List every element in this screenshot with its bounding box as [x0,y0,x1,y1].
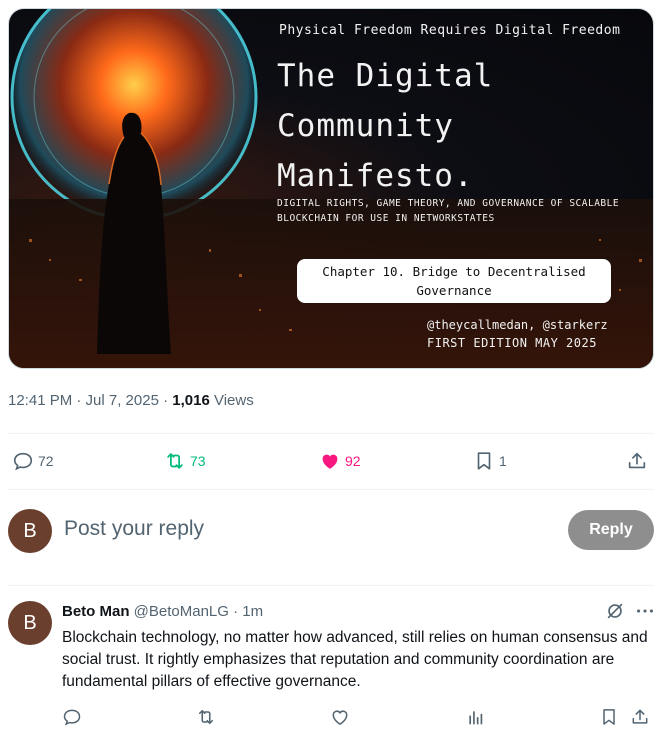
media-edition: FIRST EDITION MAY 2025 [427,336,597,350]
repost-action[interactable]: 73 [164,450,206,472]
views-label: Views [209,392,254,409]
reply-header: Beto Man @BetoManLG · 1m [62,603,263,620]
chapter-line-1: Chapter 10. Bridge to Decentralised [322,264,586,279]
media-subtitle-line-1: DIGITAL RIGHTS, GAME THEORY, AND GOVERNA… [277,198,620,209]
grok-icon[interactable] [604,600,626,622]
share-icon[interactable] [630,707,650,727]
repost-count: 73 [190,453,206,469]
chapter-line-2: Governance [416,283,492,298]
media-title-line-1: The Digital [277,58,494,94]
reply-action[interactable]: 72 [12,450,54,472]
divider [8,585,654,586]
heart-icon[interactable] [330,707,350,727]
reply-icon[interactable] [62,707,82,727]
media-subtitle-line-2: BLOCKCHAIN FOR USE IN NETWORKSTATES [277,213,495,224]
more-options-icon[interactable] [634,600,656,622]
reply-author-name[interactable]: Beto Man [62,603,130,620]
media-authors: @theycallmedan, @starkerz [427,318,608,332]
like-action[interactable]: 92 [319,450,361,472]
repost-icon[interactable] [196,707,216,727]
reply-text: Blockchain technology, no matter how adv… [62,629,648,690]
chapter-label: Chapter 10. Bridge to Decentralised Gove… [297,259,611,303]
reply-icon [13,452,33,471]
post-image[interactable]: Physical Freedom Requires Digital Freedo… [8,8,654,369]
repost-icon [167,453,183,469]
reply-count: 72 [38,453,54,469]
bookmark-icon[interactable] [599,707,619,727]
share-icon [628,452,646,469]
bookmark-count: 1 [499,453,507,469]
post-action-bar: 72 73 92 1 [8,444,654,478]
divider [8,433,654,434]
reply-author-avatar[interactable]: B [8,601,52,645]
divider [8,489,654,490]
views-count: 1,016 [172,392,210,409]
post-timestamp[interactable]: 12:41 PM · Jul 7, 2025 · [8,392,172,409]
bookmark-icon [477,452,491,470]
like-count: 92 [345,453,361,469]
bookmark-action[interactable]: 1 [473,450,507,472]
heart-filled-icon [322,454,338,469]
reply-button[interactable]: Reply [568,510,654,550]
media-title-line-3: Manifesto. [277,158,474,194]
reply-action-bar [62,707,654,731]
analytics-icon[interactable] [466,707,486,727]
reply-author-handle[interactable]: @BetoManLG [134,603,229,620]
reply-time[interactable]: · 1m [233,603,263,620]
media-tagline: Physical Freedom Requires Digital Freedo… [279,23,621,38]
reply-input[interactable]: Post your reply [64,517,204,541]
post-meta: 12:41 PM · Jul 7, 2025 · 1,016 Views [8,392,254,409]
media-title-line-2: Community [277,108,454,144]
avatar[interactable]: B [8,509,52,553]
share-action[interactable] [626,450,648,472]
